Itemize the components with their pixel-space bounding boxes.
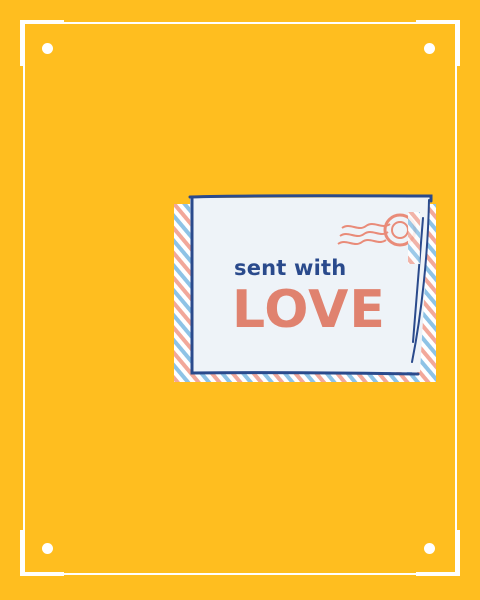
corner-dot-icon [42,543,53,554]
frame-right-line [455,20,457,576]
corner-dot-icon [42,43,53,54]
greeting-card-canvas: sent with LOVE [0,0,480,600]
sent-with-text: sent with [234,256,347,280]
corner-bracket-bottom-right [416,530,460,576]
corner-bracket-bottom-left [20,530,64,576]
frame-left-line [23,20,25,576]
corner-dot-icon [424,43,435,54]
airmail-stripe-right [408,212,420,264]
frame-top-line [20,22,460,24]
frame-bottom-line [20,573,460,575]
corner-bracket-top-right [416,20,460,66]
corner-dot-icon [424,543,435,554]
corner-bracket-top-left [20,20,64,66]
love-text: LOVE [232,280,386,340]
airmail-envelope: sent with LOVE [172,192,442,384]
